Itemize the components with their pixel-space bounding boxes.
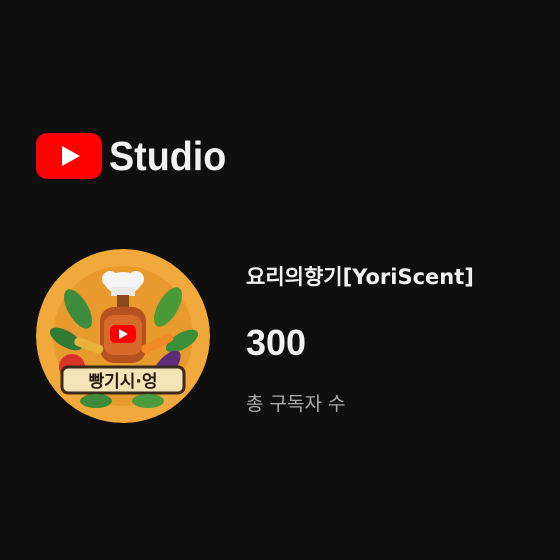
channel-avatar-image: 빵기시·엉 bbox=[36, 249, 210, 423]
subscriber-count: 300 bbox=[246, 322, 307, 363]
channel-name: 요리의향기[YoriScent] bbox=[246, 265, 474, 289]
youtube-play-icon bbox=[36, 133, 102, 179]
avatar-banner-text: 빵기시·엉 bbox=[88, 372, 157, 392]
subscriber-label: 총 구독자 수 bbox=[246, 393, 346, 415]
studio-wordmark: Studio bbox=[109, 133, 227, 179]
youtube-studio-logo: Studio bbox=[36, 133, 237, 179]
channel-avatar: 빵기시·엉 bbox=[36, 249, 210, 423]
